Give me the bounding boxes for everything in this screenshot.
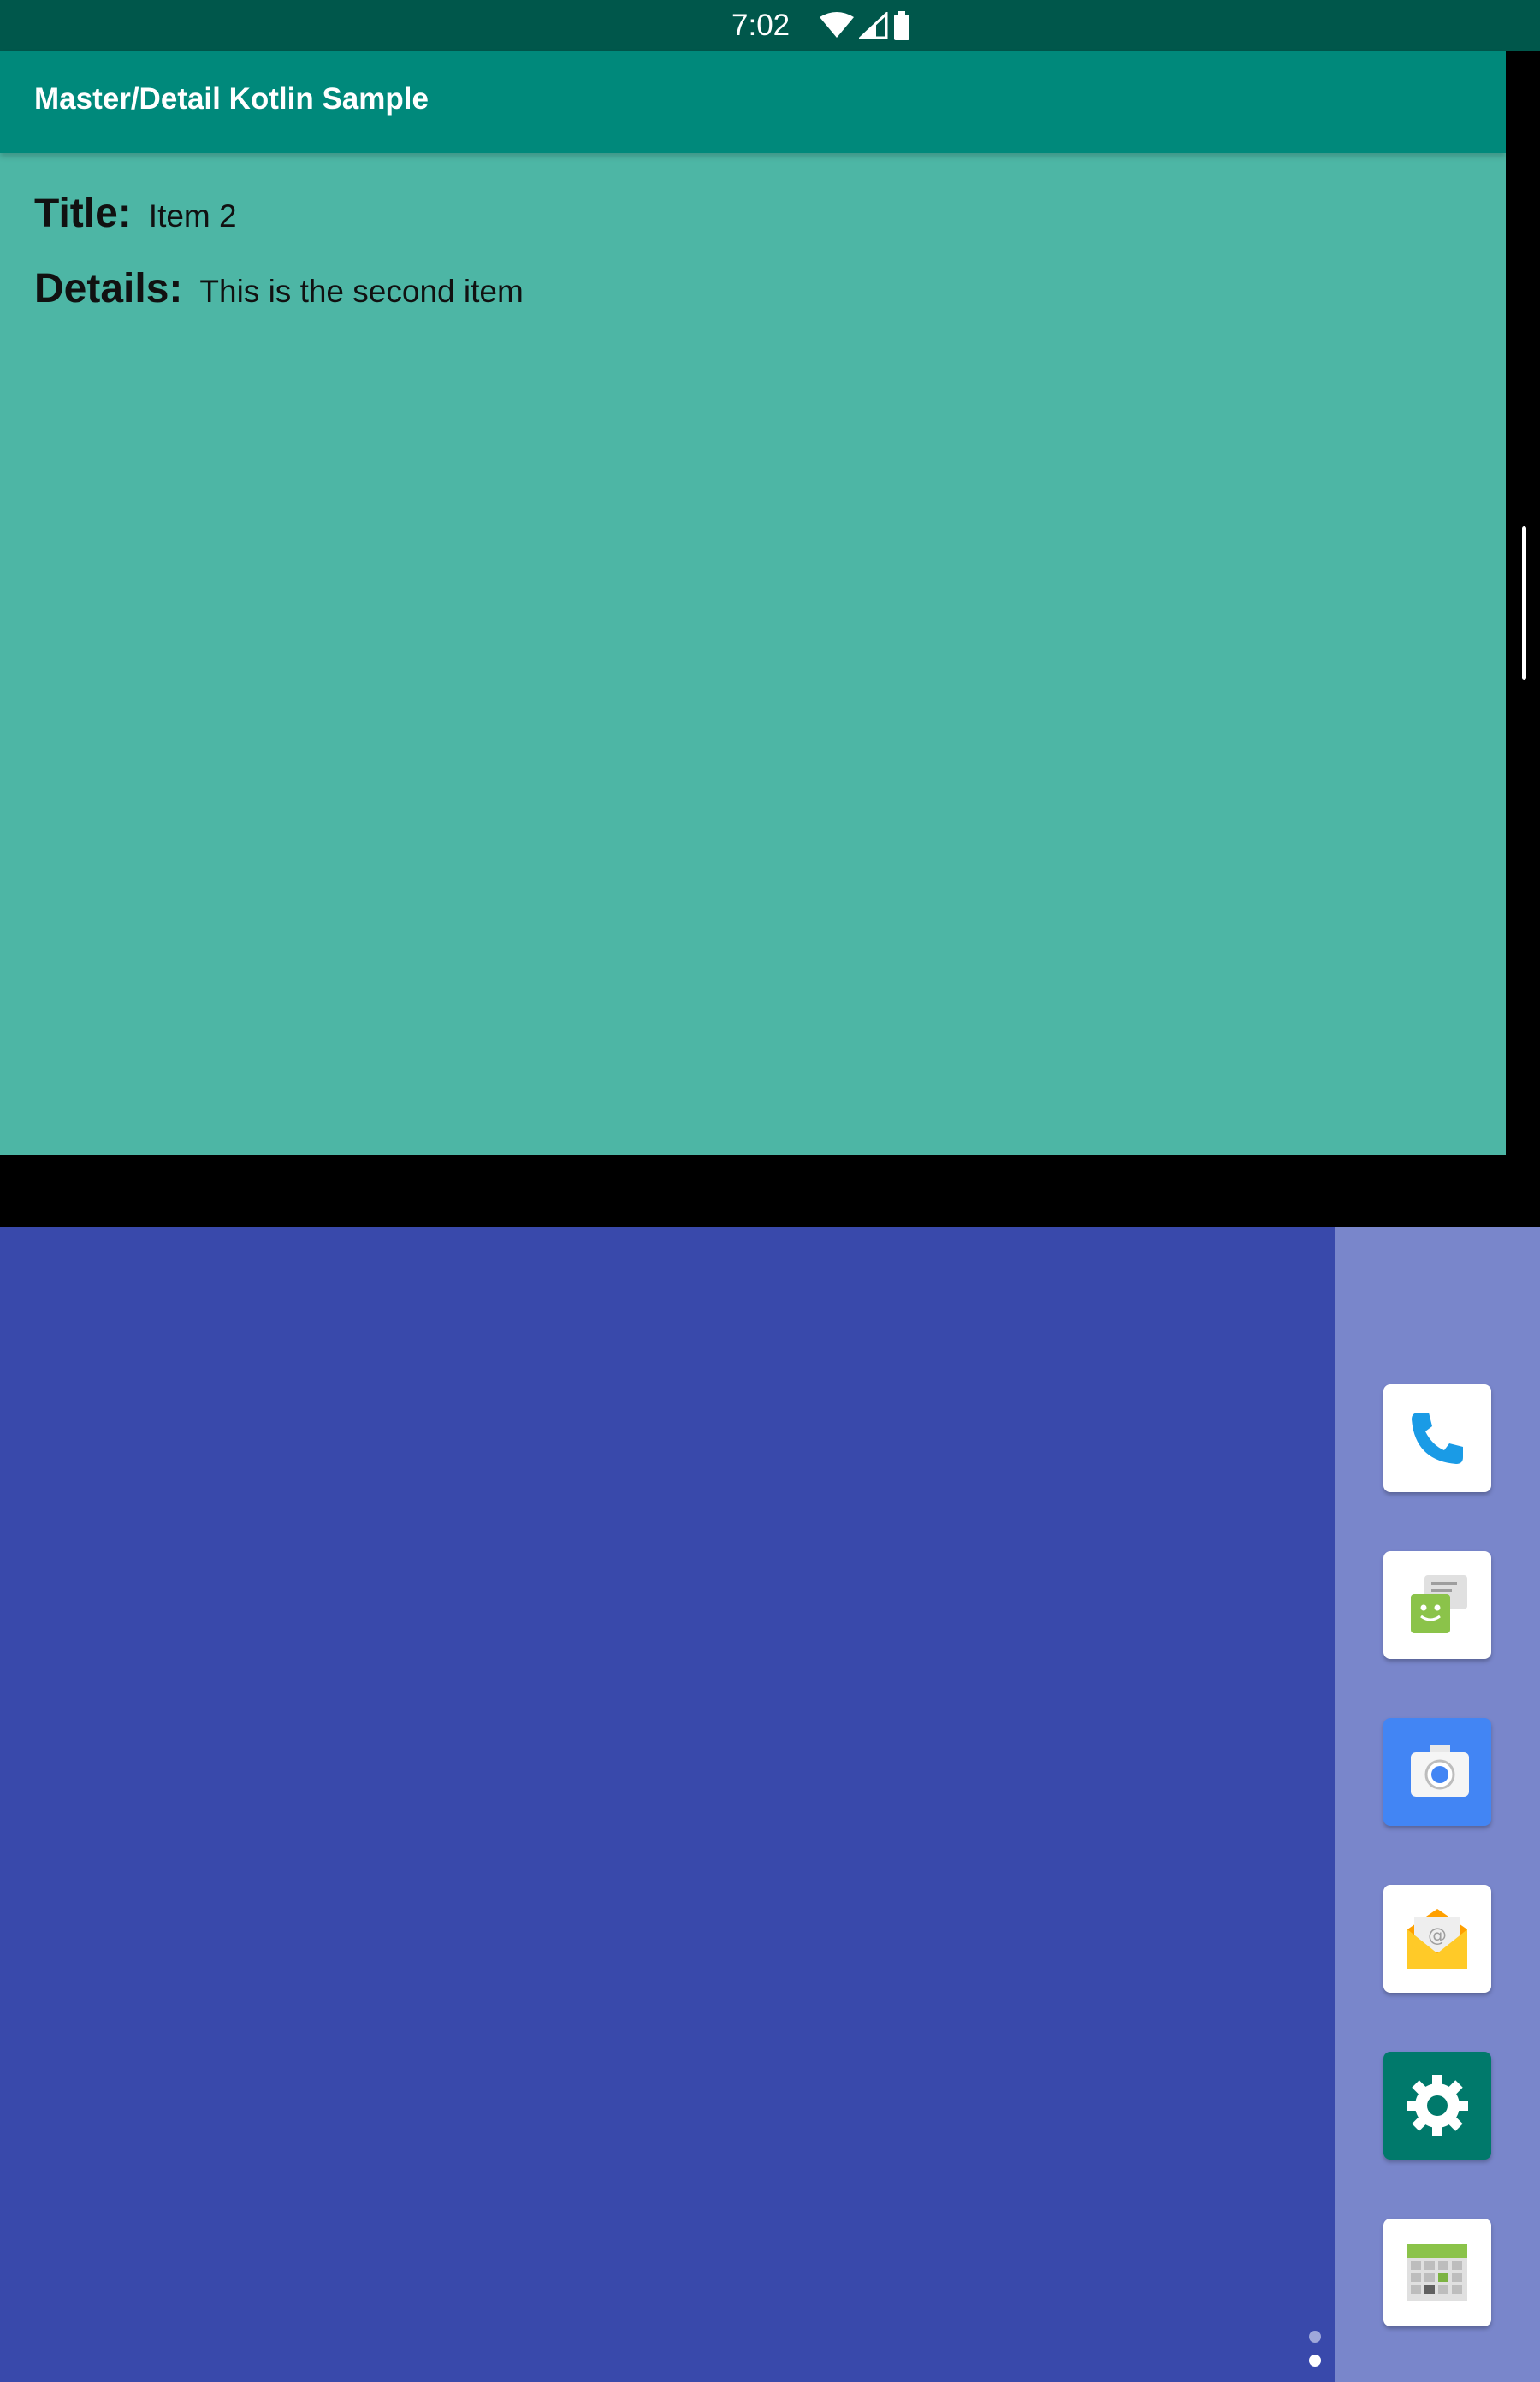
title-value: Item 2: [148, 198, 237, 234]
status-time: 7:02: [732, 9, 791, 42]
page-indicator: [1309, 2331, 1326, 2379]
detail-details-row: Details: This is the second item: [34, 265, 524, 312]
details-label: Details:: [34, 266, 183, 311]
page-dot-active: [1309, 2355, 1321, 2367]
page-dot: [1309, 2331, 1321, 2343]
camera-icon: [1411, 1745, 1469, 1797]
calendar-icon: [1407, 2244, 1467, 2301]
app-bar: Master/Detail Kotlin Sample: [0, 51, 1506, 153]
svg-text:@: @: [1428, 1925, 1447, 1946]
details-value: This is the second item: [199, 274, 524, 309]
calendar-app-button[interactable]: [1383, 2219, 1491, 2326]
phone-app-button[interactable]: [1383, 1384, 1491, 1492]
detail-title-row: Title: Item 2: [34, 190, 237, 237]
settings-app-button[interactable]: [1383, 2052, 1491, 2160]
status-icons: [820, 10, 910, 41]
camera-app-button[interactable]: [1383, 1718, 1491, 1826]
launcher-home: @: [0, 1227, 1540, 2382]
app-window: Master/Detail Kotlin Sample Title: Item …: [0, 51, 1506, 1155]
cellular-signal-icon: [859, 12, 888, 39]
app-title: Master/Detail Kotlin Sample: [34, 82, 429, 116]
title-label: Title:: [34, 191, 132, 236]
settings-icon: [1407, 2075, 1468, 2136]
phone-icon: [1412, 1413, 1463, 1464]
hotseat-dock: @: [1335, 1227, 1540, 2382]
wifi-icon: [820, 12, 854, 38]
split-divider-handle[interactable]: [1522, 526, 1526, 680]
email-app-button[interactable]: @: [1383, 1885, 1491, 1993]
battery-icon: [894, 11, 909, 40]
email-icon: @: [1407, 1909, 1467, 1969]
messaging-app-button[interactable]: [1383, 1551, 1491, 1659]
messaging-icon: [1411, 1575, 1467, 1633]
status-bar: 7:02: [0, 0, 1540, 51]
